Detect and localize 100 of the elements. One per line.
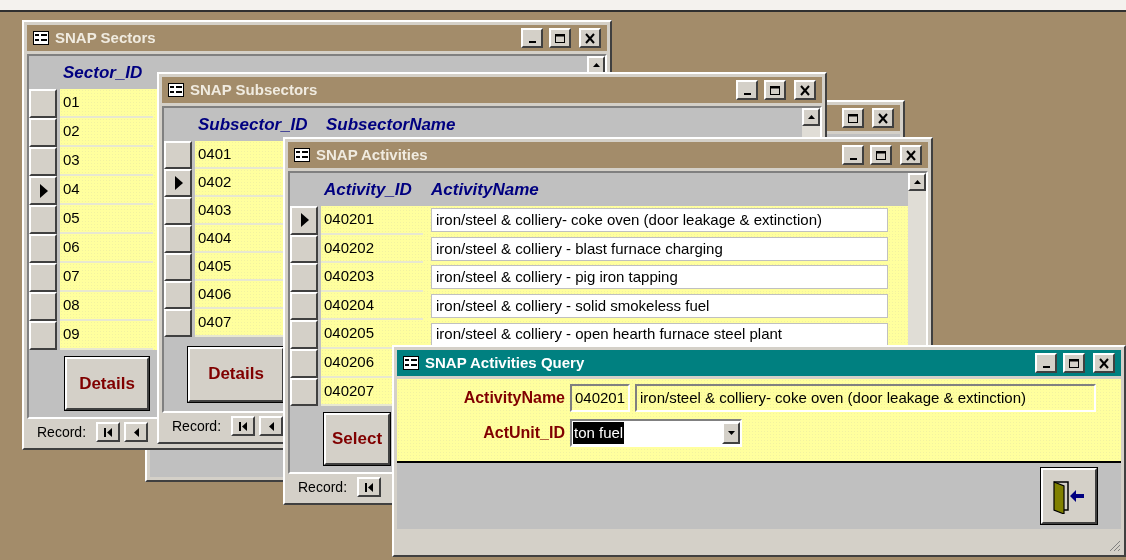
id-cell-text: 040202 [324,237,375,258]
previous-record-icon [266,421,277,431]
combo-box[interactable]: ton fuel [570,419,742,447]
row-selector[interactable] [290,263,318,292]
id-cell-text: 040201 [324,209,375,230]
first-record-icon [364,482,375,492]
minimize-button[interactable] [736,80,758,100]
scroll-up-icon [592,63,600,67]
record-label: Record: [37,422,87,442]
row-selector[interactable] [164,309,192,337]
previous-record-button[interactable] [259,416,284,436]
name-cell: iron/steel & colliery - solid smokeless fuel [431,294,888,319]
maximize-button[interactable] [1063,353,1085,373]
close-button[interactable] [579,28,601,48]
first-record-button[interactable] [357,477,382,497]
first-record-icon [238,421,249,431]
row-selector[interactable] [164,197,192,225]
id-cell-text: 03 [63,150,80,171]
row-selector[interactable] [290,291,318,321]
text-field[interactable]: 040201 [570,384,630,412]
maximize-icon [847,112,859,124]
row-selector[interactable] [164,169,192,197]
row-selector[interactable] [29,147,57,176]
close-button[interactable] [1093,353,1115,373]
row-selector[interactable] [29,234,57,263]
scroll-up-button[interactable] [802,108,820,126]
row-selector[interactable] [164,141,192,169]
row-selector[interactable] [164,225,192,253]
row-selector[interactable] [29,292,57,321]
id-cell-text: 040205 [324,323,375,344]
minimize-icon [849,158,857,160]
row-selector[interactable] [290,234,318,264]
exit-door-icon [1052,478,1086,514]
column-header: SubsectorName [326,113,456,136]
scroll-up-icon [807,115,815,119]
id-cell-text: 09 [63,324,80,345]
id-cell-text: 0404 [198,227,232,248]
id-cell-text: 02 [63,121,80,142]
row-selector[interactable] [290,206,318,235]
row-selector[interactable] [29,118,57,147]
row-selector[interactable] [290,377,318,407]
record-label: Record: [172,416,222,436]
scroll-up-icon [913,180,921,184]
row-selector[interactable] [29,176,57,205]
maximize-icon [1068,357,1080,369]
row-selector[interactable] [29,321,57,350]
id-cell-text: 0401 [198,143,232,164]
window-title: SNAP Sectors [55,27,156,48]
close-icon [584,32,596,44]
row-selector[interactable] [29,89,57,118]
row-selector[interactable] [290,348,318,378]
resize-grip-icon [1109,540,1121,552]
maximize-icon [875,149,887,161]
minimize-icon [1042,366,1050,368]
close-button[interactable] [794,80,816,100]
action-button[interactable]: Details [188,346,284,402]
previous-record-icon [131,427,142,437]
close-icon [1098,357,1110,369]
column-header: Subsector_ID [198,113,309,136]
id-cell-text: 0402 [198,171,232,192]
close-button[interactable] [872,108,894,128]
row-selector[interactable] [29,205,57,234]
close-button[interactable] [900,145,922,165]
first-record-icon [103,427,114,437]
previous-record-button[interactable] [124,422,149,442]
row-selector[interactable] [164,253,192,281]
maximize-button[interactable] [549,28,571,48]
row-selector[interactable] [29,263,57,292]
combo-value: ton fuel [573,421,625,445]
text-field[interactable]: iron/steel & colliery- coke oven (door leakage & extinction) [635,384,1096,412]
minimize-button[interactable] [1035,353,1057,373]
minimize-button[interactable] [521,28,543,48]
maximize-button[interactable] [842,108,864,128]
action-button[interactable]: Details [65,357,149,410]
current-record-icon [299,213,309,228]
name-cell: iron/steel & colliery - pig iron tapping [431,265,888,290]
window-title: SNAP Activities Query [425,352,585,373]
id-cell-text: 040207 [324,380,375,401]
id-cell-text: 0406 [198,283,232,304]
window-title: SNAP Activities [316,144,428,165]
exit-button[interactable] [1041,468,1097,524]
id-cell-text: 040204 [324,294,375,315]
id-cell-text: 06 [63,237,80,258]
action-button[interactable]: Select [324,413,390,466]
id-cell-text: 0405 [198,255,232,276]
first-record-button[interactable] [231,416,256,436]
id-cell-text: 08 [63,295,80,316]
row-selector[interactable] [164,281,192,309]
maximize-icon [554,32,566,44]
minimize-icon [528,41,536,43]
minimize-button[interactable] [842,145,864,165]
maximize-button[interactable] [764,80,786,100]
scroll-up-button[interactable] [908,173,926,191]
first-record-button[interactable] [96,422,121,442]
name-cell: iron/steel & colliery - blast furnace charging [431,236,888,261]
row-selector[interactable] [290,320,318,349]
column-header: Sector_ID [63,61,144,84]
maximize-button[interactable] [870,145,892,165]
name-cell: iron/steel & colliery - open hearth furnace steel plant [431,322,888,347]
minimize-icon [743,93,751,95]
